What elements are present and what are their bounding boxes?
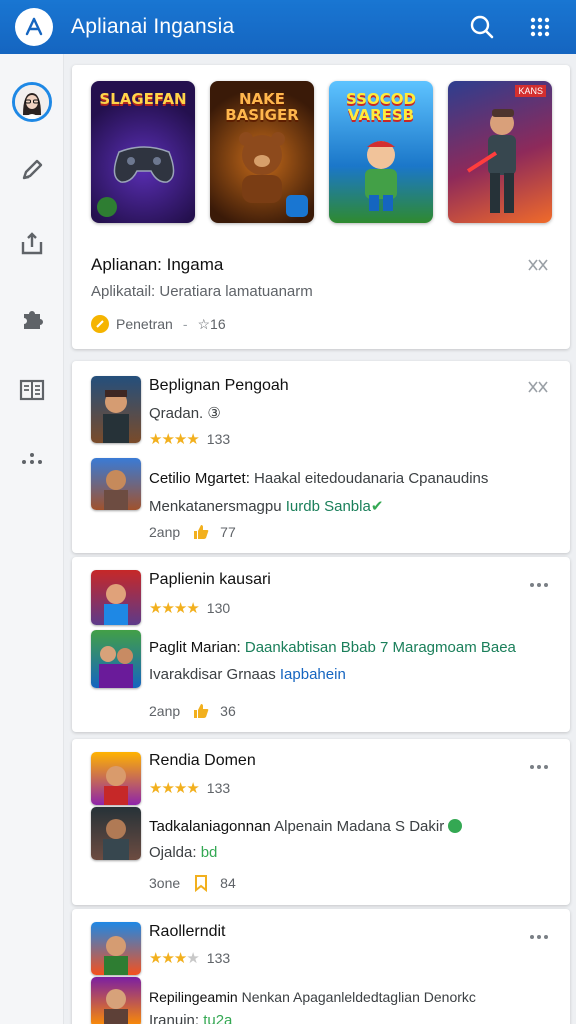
app-footer: 2anp 36 — [149, 702, 236, 720]
edit-rail-button[interactable] — [12, 150, 52, 190]
game-banner[interactable]: NAKE BASIGER — [210, 81, 314, 223]
more-rail-button[interactable] — [12, 438, 52, 478]
game-banner[interactable]: SLAGEFAN — [91, 81, 195, 223]
puzzle-icon — [24, 311, 43, 329]
side-rail — [0, 54, 64, 1024]
app-thumbnail — [91, 570, 141, 625]
thumbs-up-icon[interactable] — [192, 702, 210, 720]
meta-separator: - — [182, 316, 188, 332]
app-header: Aplianai Ingansia — [0, 0, 576, 54]
app-logo-icon[interactable] — [15, 8, 53, 46]
close-icon — [528, 259, 548, 271]
app-tagline: Menkatanersmagpu Iurdb Sanbla✔ — [149, 498, 384, 515]
app-title: Aplianai Ingansia — [71, 15, 235, 38]
app-thumbnail — [91, 630, 141, 688]
banner-title: SSOCOD VARESB — [346, 90, 416, 124]
app-thumbnail — [91, 977, 141, 1024]
coin-icon — [91, 315, 109, 333]
thumbs-up-icon[interactable] — [192, 523, 210, 541]
featured-card: SLAGEFAN NAKE BASIGER SSOCOD VARESB KANS… — [72, 65, 570, 349]
user-avatar[interactable] — [12, 82, 52, 122]
app-thumbnail — [91, 807, 141, 860]
more-horizontal-icon — [530, 583, 548, 587]
app-thumbnail — [91, 922, 141, 975]
app-title: Paplienin kausari — [149, 571, 271, 588]
more-dots-icon — [22, 453, 42, 464]
dismiss-button[interactable] — [526, 375, 550, 399]
library-rail-button[interactable] — [12, 370, 52, 410]
share-rail-button[interactable] — [12, 224, 52, 264]
status-dot-icon — [448, 819, 463, 833]
star-icons: ★★★★ — [149, 431, 200, 448]
bookmark-icon[interactable] — [192, 874, 210, 892]
app-title: Raollerndit — [149, 923, 226, 940]
rating-count: 130 — [206, 600, 231, 616]
dismiss-button[interactable] — [526, 253, 550, 277]
banner-title: NAKE BASIGER — [225, 90, 299, 124]
extensions-rail-button[interactable] — [12, 299, 52, 339]
rating-count: 133 — [206, 431, 231, 447]
app-title: Beplignan Pengoah — [149, 377, 289, 394]
rating: ★★★★ 133 — [149, 949, 230, 967]
app-description: Repilingeamin Nenkan Apaganleldedtaglian… — [149, 989, 476, 1005]
banner-badge: KANS — [515, 85, 546, 97]
more-horizontal-icon — [530, 765, 548, 769]
game-banner[interactable]: KANS — [448, 81, 552, 223]
close-icon — [528, 381, 548, 393]
featured-title: Aplianan: Ingama — [91, 255, 224, 274]
app-card[interactable]: Beplignan Pengoah Qradan. ③ ★★★★ 133 Cet… — [72, 361, 570, 553]
meta-rating: ☆16 — [197, 315, 226, 332]
edit-icon — [22, 159, 43, 180]
more-options-button[interactable] — [526, 575, 552, 595]
rating: ★★★★ 133 — [149, 430, 230, 448]
banner-row: SLAGEFAN NAKE BASIGER SSOCOD VARESB KANS — [91, 81, 552, 223]
app-tagline: Ivarakdisar Grnaas Iapbahein — [149, 666, 346, 683]
app-card[interactable]: Rendia Domen ★★★★ 133 Tadkalaniagonnan A… — [72, 739, 570, 905]
star-icons: ★★★★ — [149, 600, 200, 617]
star-icons: ★★★★ — [149, 950, 200, 967]
game-banner[interactable]: SSOCOD VARESB — [329, 81, 433, 223]
apps-menu-button[interactable] — [518, 5, 562, 49]
leaf-icon: ✔ — [370, 498, 384, 515]
book-icon — [19, 379, 45, 401]
app-title: Rendia Domen — [149, 752, 256, 769]
rating-count: 133 — [206, 950, 231, 966]
rating-count: 133 — [206, 780, 231, 796]
search-icon — [470, 15, 494, 39]
rating: ★★★★ 133 — [149, 779, 230, 797]
badge-icon — [286, 195, 308, 217]
app-subtitle: Qradan. ③ — [149, 405, 221, 422]
app-card[interactable]: Paplienin kausari ★★★★ 130 Paglit Marian… — [72, 557, 570, 732]
more-options-button[interactable] — [526, 927, 552, 947]
app-tagline: Iranuin: tu2a — [149, 1012, 233, 1024]
meta-label: Penetran — [116, 316, 173, 332]
banner-title: SLAGEFAN — [99, 90, 187, 108]
badge-icon — [97, 197, 117, 217]
app-description: Paglit Marian: Daankabtisan Bbab 7 Marag… — [149, 639, 516, 656]
share-icon — [21, 232, 43, 255]
star-icons: ★★★★ — [149, 780, 200, 797]
search-button[interactable] — [460, 5, 504, 49]
app-card[interactable]: Raollerndit ★★★★ 133 Repilingeamin Nenka… — [72, 909, 570, 1024]
app-description: Cetilio Mgartet: Haakal eitedoudanaria C… — [149, 470, 489, 487]
app-footer: 2anp 77 — [149, 523, 236, 541]
rating: ★★★★ 130 — [149, 599, 230, 617]
app-thumbnail — [91, 376, 141, 443]
app-description: Tadkalaniagonnan Alpenain Madana S Dakir — [149, 818, 463, 835]
app-thumbnail — [91, 458, 141, 510]
more-options-button[interactable] — [526, 757, 552, 777]
grid-menu-icon — [530, 17, 550, 37]
more-horizontal-icon — [530, 935, 548, 939]
app-thumbnail — [91, 752, 141, 805]
featured-subtitle: Aplikatail: Ueratiara lamatuanarm — [91, 283, 313, 300]
app-footer: 3one 84 — [149, 874, 236, 892]
app-tagline: Ojalda: bd — [149, 844, 218, 861]
featured-meta: Penetran - ☆16 — [91, 315, 226, 333]
